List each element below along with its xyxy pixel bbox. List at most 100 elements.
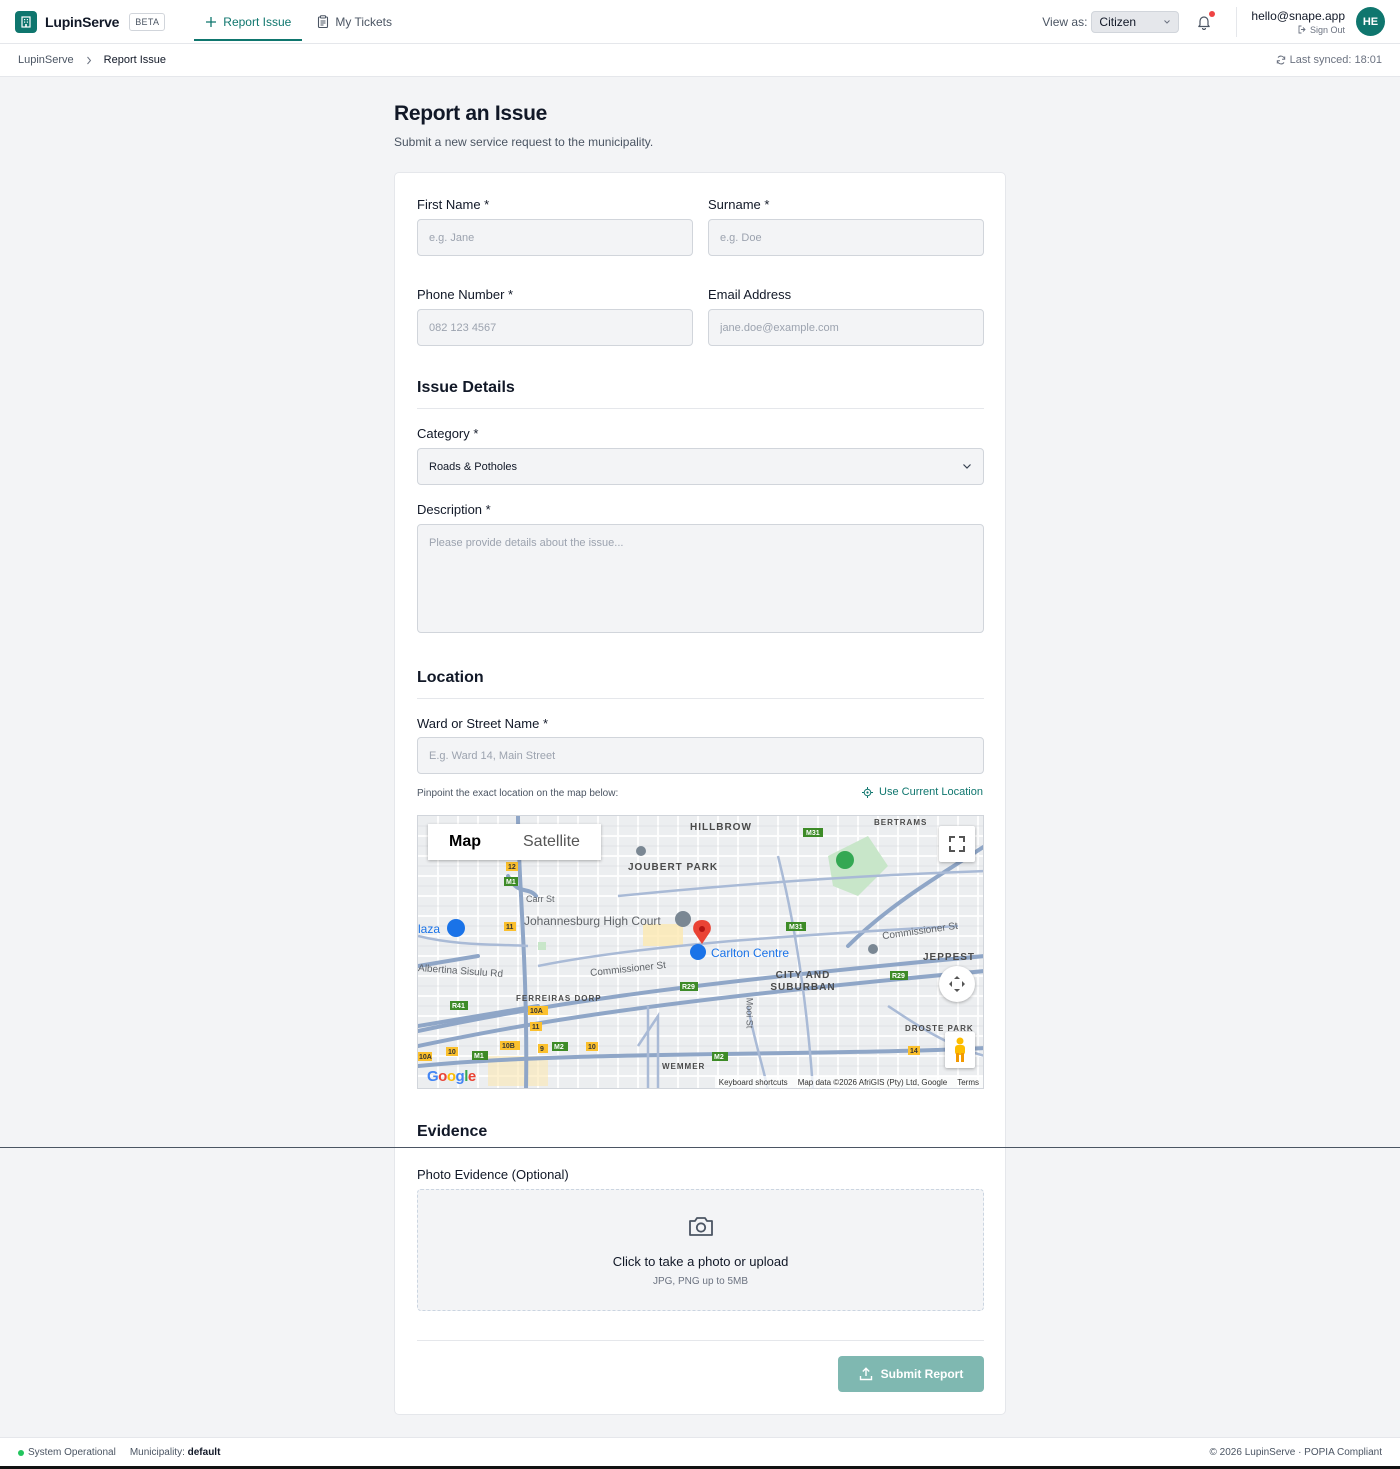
map-label-carr-st: Carr St <box>526 894 555 904</box>
plus-icon <box>206 16 217 27</box>
top-navigation-bar: LupinServe BETA Report Issue My Tickets … <box>0 0 1400 44</box>
map-label-jeppest: JEPPEST <box>923 952 976 963</box>
notification-dot <box>1209 10 1216 17</box>
svg-text:M1: M1 <box>506 879 516 886</box>
view-as-value: Citizen <box>1099 14 1137 29</box>
nav-my-tickets-label: My Tickets <box>335 14 393 29</box>
ward-input[interactable] <box>417 737 984 774</box>
building-icon <box>15 10 37 33</box>
map-pan-control[interactable] <box>939 966 975 1002</box>
map-attribution: Keyboard shortcuts Map data ©2026 AfriGI… <box>714 1076 983 1088</box>
location-heading: Location <box>417 669 484 686</box>
surname-label: Surname * <box>708 197 770 212</box>
svg-text:M31: M31 <box>789 924 803 931</box>
main-nav: Report Issue My Tickets <box>194 0 403 44</box>
map-terms-link[interactable]: Terms <box>957 1078 979 1087</box>
map-fullscreen-button[interactable] <box>939 826 975 862</box>
fullscreen-icon <box>949 836 965 852</box>
svg-text:M2: M2 <box>714 1054 724 1061</box>
move-icon <box>949 976 965 992</box>
notifications-button[interactable] <box>1196 10 1216 30</box>
sign-out-link[interactable]: Sign Out <box>1251 25 1345 35</box>
map-tab-map[interactable]: Map <box>428 824 502 860</box>
map-tab-satellite[interactable]: Satellite <box>502 824 601 860</box>
chevron-right-icon <box>86 56 91 64</box>
submit-report-button[interactable]: Submit Report <box>838 1356 984 1392</box>
map-label-plaza: laza <box>418 922 441 936</box>
use-current-location-button[interactable]: Use Current Location <box>862 786 983 798</box>
upload-title: Click to take a photo or upload <box>612 1254 789 1269</box>
first-name-label: First Name * <box>417 197 490 212</box>
svg-text:11: 11 <box>506 924 514 931</box>
view-as-label: View as: <box>1042 14 1088 29</box>
status-dot <box>18 1449 24 1456</box>
map-label-bertrams: BERTRAMS <box>874 818 928 827</box>
phone-label: Phone Number * <box>417 287 514 302</box>
svg-text:10: 10 <box>448 1049 456 1056</box>
map-label-joubert-park: JOUBERT PARK <box>628 862 719 873</box>
map-data-credit: Map data ©2026 AfriGIS (Pty) Ltd, Google <box>797 1077 948 1087</box>
svg-text:10B: 10B <box>502 1043 515 1050</box>
nav-my-tickets[interactable]: My Tickets <box>306 0 403 44</box>
svg-text:M31: M31 <box>806 830 820 837</box>
upload-icon <box>859 1367 872 1381</box>
street-view-pegman[interactable] <box>945 1032 975 1068</box>
section-divider <box>417 698 984 699</box>
category-select[interactable]: Roads & Potholes <box>417 448 984 485</box>
user-info: hello@snape.app Sign Out <box>1251 9 1345 35</box>
map-label-carlton-centre: Carlton Centre <box>711 946 790 960</box>
clipboard-icon <box>318 15 329 28</box>
surname-input[interactable] <box>708 219 984 256</box>
screenshot-fold-line <box>0 1147 1400 1148</box>
first-name-input[interactable] <box>417 219 693 256</box>
chevron-down-icon <box>963 464 971 469</box>
refresh-icon <box>1276 55 1285 65</box>
sign-out-label: Sign Out <box>1309 24 1345 35</box>
location-map[interactable]: M1 12 M31 M31 11 R29 R29 R41 10A 11 10 M… <box>417 815 984 1089</box>
svg-text:R29: R29 <box>682 984 695 991</box>
user-email: hello@snape.app <box>1251 8 1345 23</box>
map-keyboard-shortcuts[interactable]: Keyboard shortcuts <box>719 1078 788 1087</box>
system-status: System Operational <box>28 1447 116 1458</box>
breadcrumb: LupinServe Report Issue Last synced: 18:… <box>0 44 1400 77</box>
submit-report-label: Submit Report <box>880 1367 964 1381</box>
ward-label: Ward or Street Name * <box>417 716 549 731</box>
description-label: Description * <box>417 502 491 517</box>
phone-input[interactable] <box>417 309 693 346</box>
brand[interactable]: LupinServe BETA <box>15 10 166 33</box>
svg-text:R41: R41 <box>452 1003 465 1010</box>
page-footer: System Operational Municipality: default… <box>0 1437 1400 1467</box>
breadcrumb-root[interactable]: LupinServe <box>18 54 74 66</box>
locate-icon <box>862 786 874 798</box>
chevron-down-icon <box>1164 19 1171 24</box>
svg-text:M1: M1 <box>474 1053 484 1060</box>
photo-upload-dropzone[interactable]: Click to take a photo or upload JPG, PNG… <box>417 1189 984 1311</box>
use-current-location-label: Use Current Location <box>879 786 983 798</box>
email-label: Email Address <box>708 287 792 302</box>
map-label-high-court: Johannesburg High Court <box>524 914 661 928</box>
app-name: LupinServe <box>45 13 120 30</box>
svg-text:11: 11 <box>532 1024 540 1031</box>
report-form: First Name * Surname * Phone Number * Em… <box>394 172 1006 1415</box>
municipality-value: default <box>187 1447 221 1458</box>
map-label-city-suburban: CITY AND SUBURBAN <box>770 970 836 993</box>
email-input[interactable] <box>708 309 984 346</box>
municipality-label: Municipality: <box>129 1447 185 1458</box>
page-title: Report an Issue <box>394 102 548 125</box>
map-label-hillbrow: HILLBROW <box>690 822 752 833</box>
copyright: © 2026 LupinServe · POPIA Compliant <box>1209 1447 1382 1458</box>
header-right: View as: Citizen hello@snape.app Sign Ou… <box>1042 0 1400 44</box>
breadcrumb-current: Report Issue <box>103 54 167 66</box>
map-type-tabs: Map Satellite <box>428 824 601 860</box>
sync-status: Last synced: 18:01 <box>1276 54 1382 66</box>
map-label-wemmer: WEMMER <box>662 1062 706 1071</box>
svg-text:10A: 10A <box>530 1008 543 1015</box>
description-textarea[interactable] <box>417 524 984 633</box>
view-as-select[interactable]: Citizen <box>1091 10 1180 33</box>
issue-details-heading: Issue Details <box>417 379 515 396</box>
nav-report-issue[interactable]: Report Issue <box>194 0 303 44</box>
page-subtitle: Submit a new service request to the muni… <box>394 135 654 149</box>
avatar[interactable]: HE <box>1356 7 1385 36</box>
last-synced: Last synced: 18:01 <box>1289 54 1382 66</box>
evidence-heading: Evidence <box>417 1123 488 1140</box>
